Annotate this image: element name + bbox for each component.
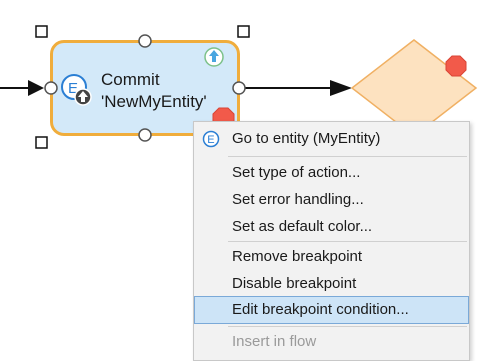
context-menu: E Go to entity (MyEntity) Set type of ac… [193,121,470,361]
menu-item-edit-breakpoint-condition[interactable]: Edit breakpoint condition... [194,296,469,324]
microflow-canvas[interactable]: Commit 'NewMyEntity' E E Go to entity (M… [0,0,496,361]
menu-item-insert-in-flow: Insert in flow [194,328,469,356]
menu-item-label: Set error handling... [232,191,364,208]
menu-item-disable-breakpoint[interactable]: Disable breakpoint [194,270,469,298]
menu-item-set-type[interactable]: Set type of action... [194,159,469,187]
menu-separator [228,326,467,327]
menu-item-label: Set type of action... [232,164,361,181]
upload-arrow-icon [204,47,224,67]
menu-item-remove-breakpoint[interactable]: Remove breakpoint [194,243,469,271]
commit-entity-icon: E [61,74,92,106]
menu-item-label: Edit breakpoint condition... [232,301,409,318]
connection-point-bottom[interactable] [138,128,152,142]
menu-item-label: Go to entity (MyEntity) [232,130,381,147]
connection-point-right[interactable] [232,81,246,95]
svg-text:E: E [207,134,214,146]
entity-icon: E [202,130,220,148]
menu-item-go-to-entity[interactable]: E Go to entity (MyEntity) [194,125,469,153]
menu-item-label: Disable breakpoint [232,275,357,292]
connection-point-top[interactable] [138,34,152,48]
menu-separator [228,156,467,157]
menu-separator [228,241,467,242]
connection-point-left[interactable] [44,81,58,95]
menu-item-set-default-color[interactable]: Set as default color... [194,213,469,241]
menu-item-label: Insert in flow [232,333,317,350]
menu-item-set-error-handling[interactable]: Set error handling... [194,186,469,214]
menu-item-label: Set as default color... [232,218,373,235]
menu-item-label: Remove breakpoint [232,248,363,265]
